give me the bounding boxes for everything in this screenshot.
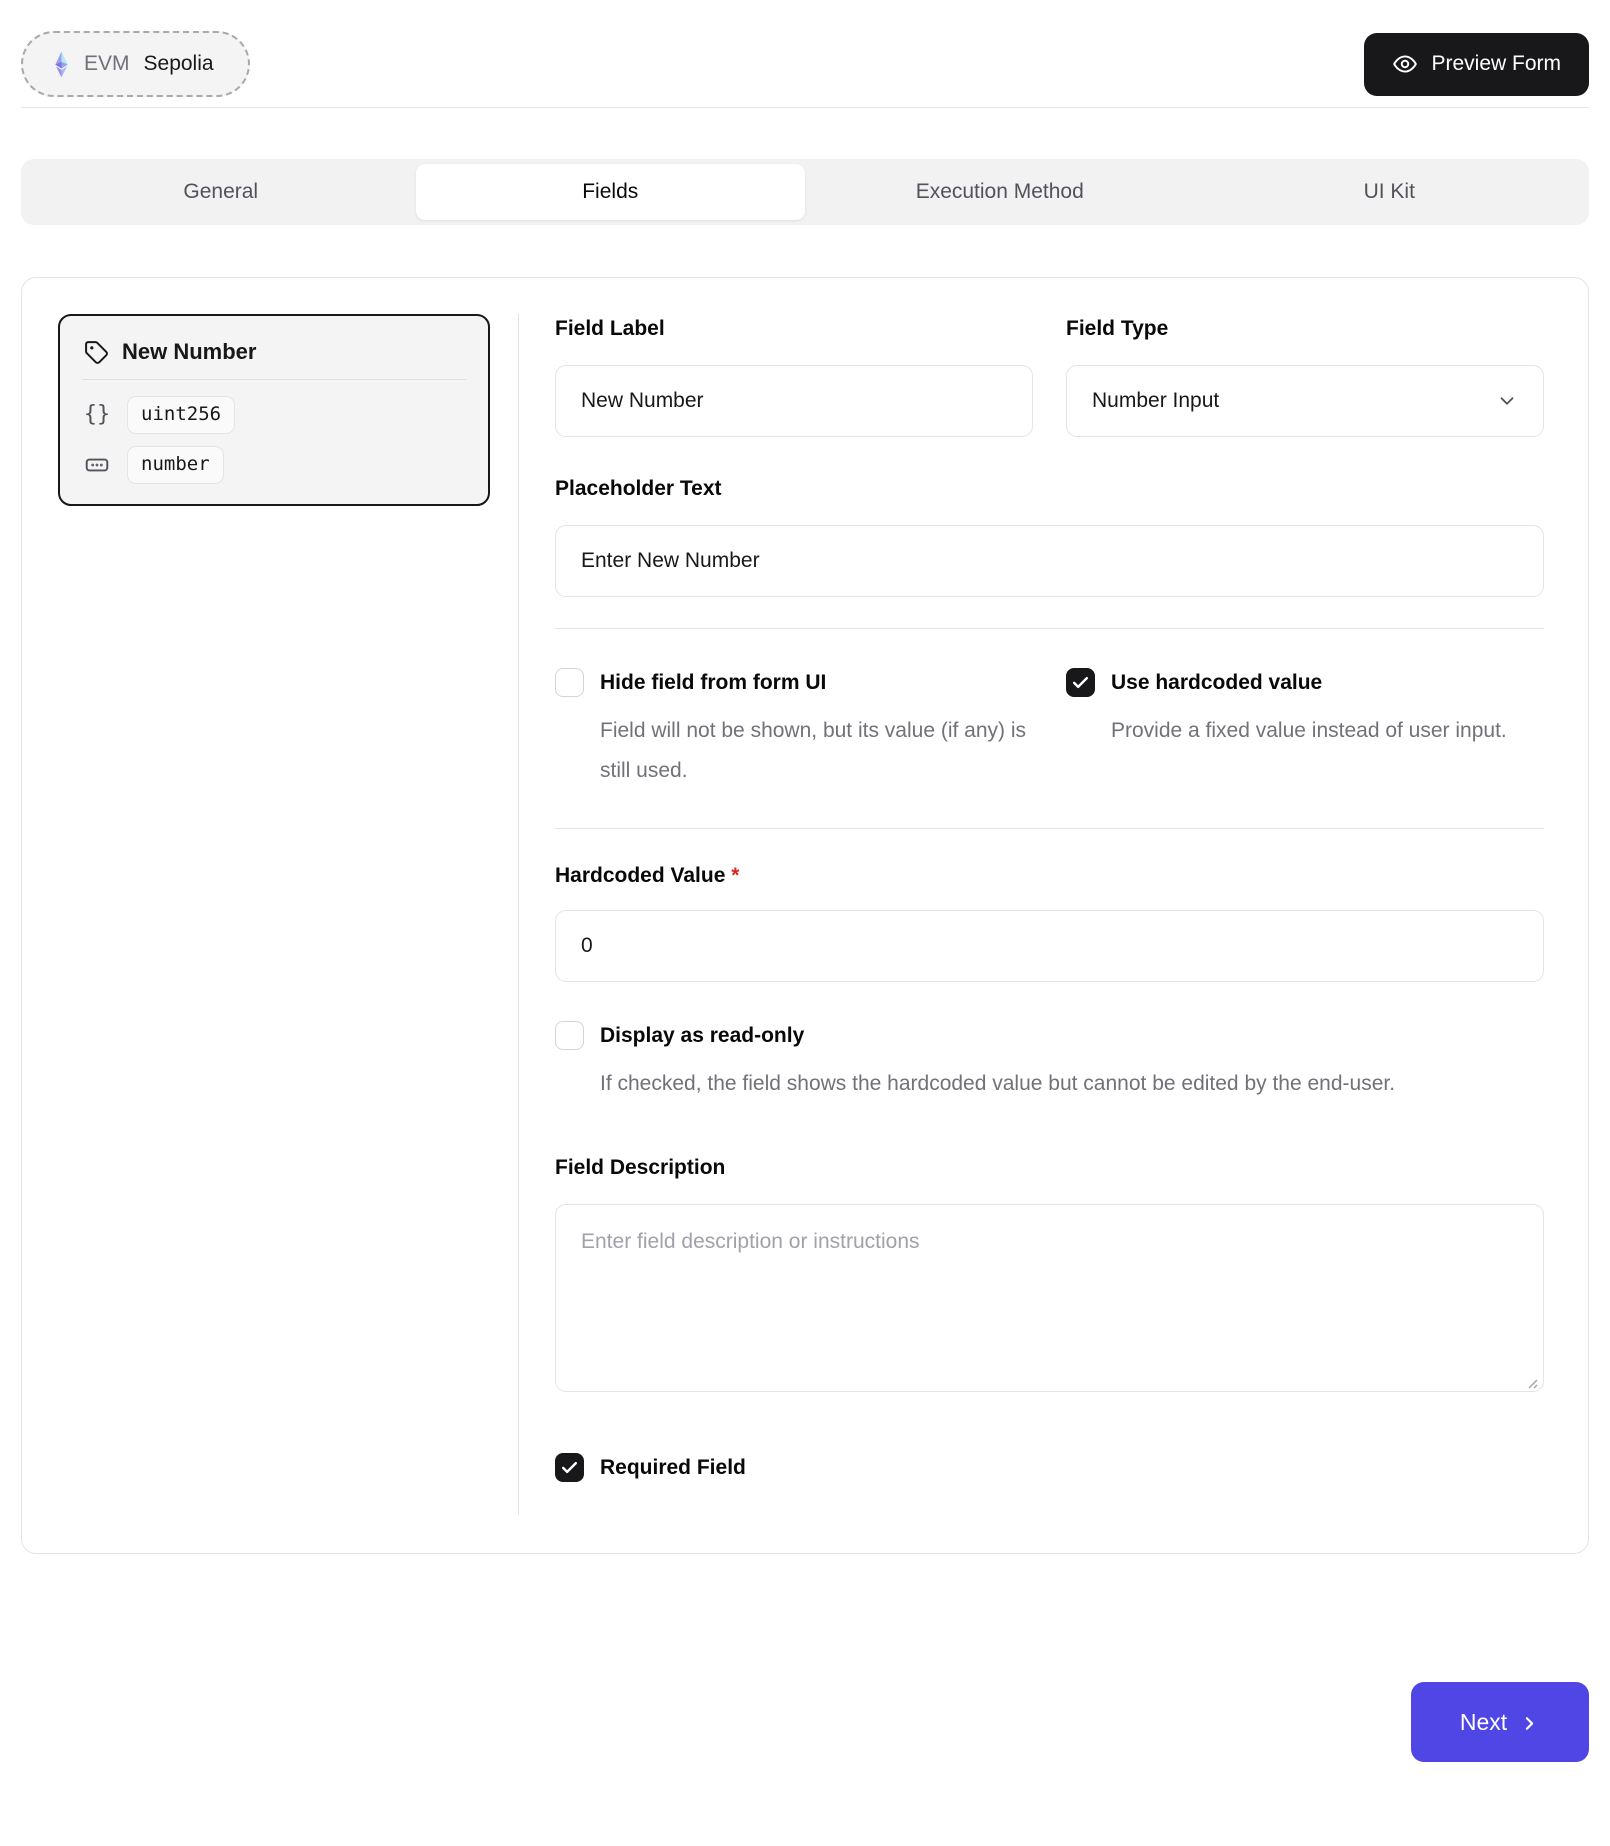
hide-field-checkbox[interactable] [555, 668, 584, 697]
tab-execution-method[interactable]: Execution Method [805, 164, 1195, 220]
hardcoded-value-input[interactable] [555, 910, 1544, 982]
network-badge[interactable]: EVM Sepolia [21, 31, 250, 97]
required-field-checkbox-row[interactable]: Required Field [555, 1453, 1544, 1482]
use-hardcoded-checkbox[interactable] [1066, 668, 1095, 697]
hide-field-description: Field will not be shown, but its value (… [600, 711, 1033, 791]
section-divider [555, 628, 1544, 629]
placeholder-text-input[interactable] [555, 525, 1544, 597]
field-label-input[interactable] [555, 365, 1033, 437]
form-builder-page: EVM Sepolia Preview Form General Fields … [0, 0, 1610, 1846]
ethereum-icon [53, 51, 70, 78]
tab-general[interactable]: General [26, 164, 416, 220]
display-readonly-label: Display as read-only [600, 1024, 804, 1048]
input-kind-badge: number [127, 446, 224, 484]
field-description-group: Field Description [555, 1156, 1544, 1397]
display-readonly-checkbox-row[interactable]: Display as read-only [555, 1021, 1544, 1050]
field-label-group: Field Label [555, 317, 1033, 437]
field-card-header: New Number [82, 333, 466, 379]
field-type-group: Field Type Number Input [1066, 317, 1544, 437]
field-description-textarea[interactable] [555, 1204, 1544, 1392]
section-divider [555, 828, 1544, 829]
preview-form-button[interactable]: Preview Form [1364, 33, 1589, 96]
placeholder-text-label: Placeholder Text [555, 477, 1544, 501]
field-card-new-number[interactable]: New Number {} uint256 [58, 314, 490, 506]
fields-panel: New Number {} uint256 [21, 277, 1589, 1554]
footer: Next [21, 1682, 1589, 1762]
required-field-label: Required Field [600, 1456, 746, 1480]
required-field-checkbox[interactable] [555, 1453, 584, 1482]
braces-icon: {} [82, 402, 112, 427]
tab-fields[interactable]: Fields [416, 164, 806, 220]
use-hardcoded-checkbox-row[interactable]: Use hardcoded value [1066, 668, 1544, 697]
display-readonly-description: If checked, the field shows the hardcode… [600, 1064, 1544, 1104]
input-field-icon [82, 452, 112, 478]
field-type-row: {} uint256 [82, 396, 466, 434]
placeholder-text-group: Placeholder Text [555, 477, 1544, 597]
header-divider [21, 107, 1589, 108]
check-icon [560, 1458, 579, 1477]
network-chain-label: EVM [84, 52, 130, 76]
field-list-column: New Number {} uint256 [22, 278, 518, 1553]
field-description-label: Field Description [555, 1156, 1544, 1180]
use-hardcoded-label: Use hardcoded value [1111, 671, 1322, 695]
use-hardcoded-group: Use hardcoded value Provide a fixed valu… [1066, 668, 1544, 791]
check-icon [1071, 673, 1090, 692]
input-kind-row: number [82, 446, 466, 484]
network-name-label: Sepolia [144, 52, 214, 76]
required-asterisk: * [731, 864, 739, 887]
top-bar: EVM Sepolia Preview Form [21, 0, 1589, 98]
display-readonly-group: Display as read-only If checked, the fie… [555, 1021, 1544, 1104]
chevron-down-icon [1496, 390, 1518, 412]
eye-icon [1392, 51, 1418, 77]
field-type-select[interactable]: Number Input [1066, 365, 1544, 437]
tab-bar: General Fields Execution Method UI Kit [21, 159, 1589, 225]
solidity-type-badge: uint256 [127, 396, 235, 434]
field-card-divider [82, 379, 466, 380]
hide-field-group: Hide field from form UI Field will not b… [555, 668, 1033, 791]
next-button-label: Next [1460, 1709, 1507, 1736]
tab-ui-kit[interactable]: UI Kit [1195, 164, 1585, 220]
hide-field-label: Hide field from form UI [600, 671, 826, 695]
field-label-label: Field Label [555, 317, 1033, 341]
display-readonly-checkbox[interactable] [555, 1021, 584, 1050]
next-button[interactable]: Next [1411, 1682, 1589, 1762]
tag-icon [84, 340, 109, 365]
hide-field-checkbox-row[interactable]: Hide field from form UI [555, 668, 1033, 697]
hardcoded-value-label: Hardcoded Value * [555, 864, 1544, 888]
field-type-label: Field Type [1066, 317, 1544, 341]
field-card-title: New Number [122, 339, 256, 365]
field-settings-form: Field Label Field Type Number Input Plac… [519, 278, 1588, 1553]
chevron-right-icon [1519, 1713, 1540, 1734]
use-hardcoded-description: Provide a fixed value instead of user in… [1111, 711, 1544, 751]
preview-form-label: Preview Form [1431, 52, 1561, 76]
hardcoded-value-group: Hardcoded Value * [555, 864, 1544, 982]
field-type-value: Number Input [1092, 389, 1219, 413]
